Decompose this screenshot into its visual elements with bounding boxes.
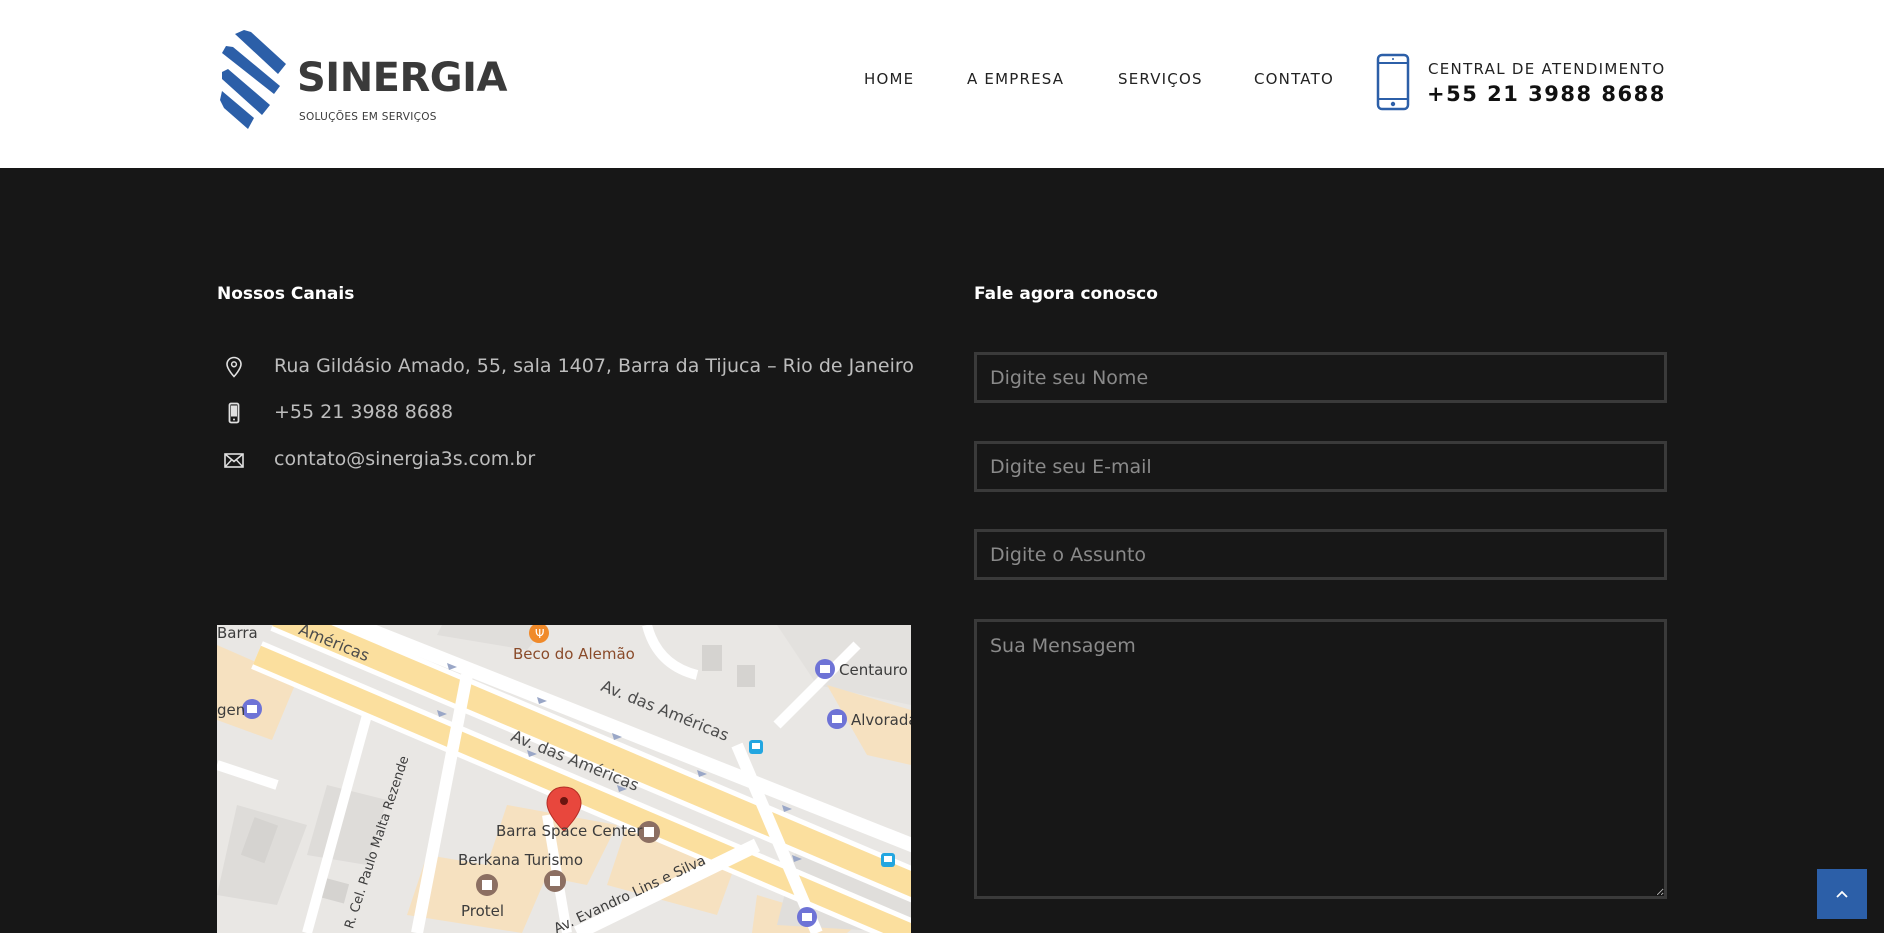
svg-text:Ψ: Ψ <box>535 627 544 641</box>
envelope-icon <box>224 453 244 468</box>
name-input[interactable] <box>974 352 1667 403</box>
brand-name: SINERGIA <box>297 55 507 101</box>
map-label-barra-space-center: Barra Space Center <box>496 822 643 840</box>
map-tiles: Ψ <box>217 625 911 933</box>
scroll-to-top-button[interactable] <box>1817 869 1867 919</box>
map-label-centauro: Centauro <box>839 661 908 679</box>
phone-text[interactable]: +55 21 3988 8688 <box>274 401 453 423</box>
map-label-gen: gen <box>217 701 246 719</box>
message-textarea[interactable] <box>974 619 1667 899</box>
map-pin-icon <box>226 356 242 378</box>
brand-tagline: SOLUÇÕES EM SERVIÇOS <box>299 111 437 123</box>
email-input[interactable] <box>974 441 1667 492</box>
google-map[interactable]: Ψ Barra Américas Beco do Alemão Centauro… <box>217 625 911 933</box>
site-logo[interactable]: SINERGIA SOLUÇÕES EM SERVIÇOS <box>218 28 507 133</box>
nav-contato[interactable]: CONTATO <box>1254 70 1334 88</box>
map-label-berkana: Berkana Turismo <box>458 851 584 869</box>
form-title: Fale agora conosco <box>974 284 1158 304</box>
site-header: SINERGIA SOLUÇÕES EM SERVIÇOS HOME A EMP… <box>0 0 1884 168</box>
email-text[interactable]: contato@sinergia3s.com.br <box>274 448 535 470</box>
nav-home[interactable]: HOME <box>864 70 914 88</box>
phone-icon <box>228 402 240 424</box>
nav-a-empresa[interactable]: A EMPRESA <box>967 70 1064 88</box>
chevron-up-icon <box>1836 890 1848 898</box>
subject-input[interactable] <box>974 529 1667 580</box>
sinergia-logo-icon <box>220 30 286 129</box>
central-number[interactable]: +55 21 3988 8688 <box>1427 82 1666 106</box>
map-label-barra: Barra <box>217 625 258 642</box>
central-label: CENTRAL DE ATENDIMENTO <box>1428 60 1666 78</box>
channels-title: Nossos Canais <box>217 284 355 304</box>
smartphone-icon <box>1376 53 1410 111</box>
map-label-protel: Protel <box>461 902 505 920</box>
map-label-beco: Beco do Alemão <box>513 645 635 663</box>
nav-servicos[interactable]: SERVIÇOS <box>1118 70 1203 88</box>
address-text: Rua Gildásio Amado, 55, sala 1407, Barra… <box>274 355 914 377</box>
map-label-alvorada: Alvorada <box>851 711 911 729</box>
